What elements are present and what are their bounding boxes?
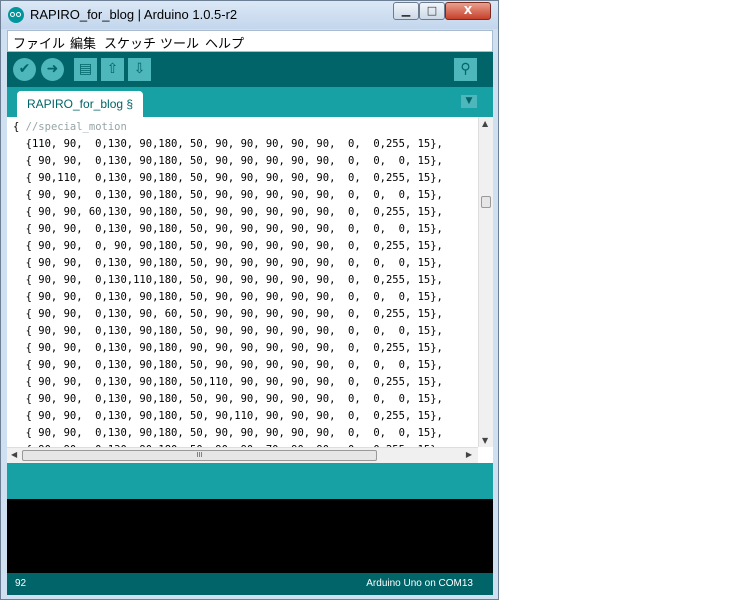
code-text[interactable]: { //special_motion {110, 90, 0,130, 90,1… bbox=[13, 119, 475, 447]
code-line: { 90, 90, 0,130, 90,180, 50, 90,110, 90,… bbox=[13, 410, 443, 422]
code-editor[interactable]: { //special_motion {110, 90, 0,130, 90,1… bbox=[7, 117, 493, 447]
arduino-ide-window: RAPIRO_for_blog | Arduino 1.0.5-r2 ▁ □ X… bbox=[0, 0, 499, 600]
code-line: { 90, 90, 0,130, 90,180, 50, 90, 90, 90,… bbox=[13, 291, 443, 303]
code-line: { 90, 90, 0,130, 90,180, 50, 90, 90, 90,… bbox=[13, 155, 443, 167]
code-line: { 90, 90, 0,130, 90,180, 50,110, 90, 90,… bbox=[13, 376, 443, 388]
magnifier-icon: ⚲ bbox=[460, 61, 471, 77]
vertical-scrollbar[interactable]: ▲ ▼ bbox=[478, 117, 493, 447]
scroll-corner bbox=[478, 447, 493, 463]
code-line: { 90, 90, 0,130, 90, 60, 50, 90, 90, 90,… bbox=[13, 308, 443, 320]
code-line: { 90, 90, 0,130, 90,180, 50, 90, 90, 90,… bbox=[13, 427, 443, 439]
new-button[interactable]: ▤ bbox=[74, 58, 97, 81]
code-lines: {110, 90, 0,130, 90,180, 50, 90, 90, 90,… bbox=[13, 136, 475, 447]
tab-rapiro-for-blog[interactable]: RAPIRO_for_blog § bbox=[17, 91, 144, 117]
board-port-label: Arduino Uno on COM13 bbox=[366, 578, 473, 589]
code-line: { 90,110, 0,130, 90,180, 50, 90, 90, 90,… bbox=[13, 172, 443, 184]
code-line: { 90, 90, 0,130, 90,180, 50, 90, 90, 90,… bbox=[13, 257, 443, 269]
check-icon: ✔ bbox=[18, 61, 31, 77]
verify-button[interactable]: ✔ bbox=[13, 58, 36, 81]
close-button[interactable]: X bbox=[445, 2, 491, 20]
arrow-right-icon: ➜ bbox=[46, 61, 59, 77]
menu-bar: ファイル 編集 スケッチ ツール ヘルプ bbox=[7, 30, 493, 52]
code-line: { 90, 90, 0,130, 90,180, 50, 90, 90, 90,… bbox=[13, 223, 443, 235]
code-line: { 90, 90, 0, 90, 90,180, 50, 90, 90, 90,… bbox=[13, 240, 443, 252]
new-file-icon: ▤ bbox=[78, 61, 93, 77]
code-line: { 90, 90, 0,130, 90,180, 50, 90, 90, 90,… bbox=[13, 189, 443, 201]
code-comment: //special_motion bbox=[25, 121, 127, 133]
open-button[interactable]: ⇧ bbox=[101, 58, 124, 81]
save-down-arrow-icon: ⇩ bbox=[133, 61, 146, 77]
code-line: { 90, 90, 0,130, 90,180, 50, 90, 90, 90,… bbox=[13, 393, 443, 405]
serial-monitor-button[interactable]: ⚲ bbox=[454, 58, 477, 81]
menu-tools[interactable]: ツール bbox=[160, 33, 199, 52]
horizontal-scroll-thumb[interactable]: III bbox=[22, 450, 377, 461]
scroll-right-arrow-icon[interactable]: ▶ bbox=[466, 450, 472, 459]
horizontal-scrollbar[interactable]: ◀ III ▶ bbox=[7, 447, 478, 463]
code-line: { 90, 90, 60,130, 90,180, 50, 90, 90, 90… bbox=[13, 206, 443, 218]
menu-sketch[interactable]: スケッチ bbox=[104, 33, 156, 52]
tab-menu-button[interactable]: ▼ bbox=[461, 95, 477, 108]
toolbar: ✔ ➜ ▤ ⇧ ⇩ ⚲ bbox=[7, 52, 493, 87]
code-line: { 90, 90, 0,130, 90,180, 50, 90, 90, 90,… bbox=[13, 325, 443, 337]
message-area bbox=[7, 463, 493, 499]
status-bar: 92 Arduino Uno on COM13 bbox=[7, 573, 493, 595]
scroll-left-arrow-icon[interactable]: ◀ bbox=[11, 450, 17, 459]
code-line: {110, 90, 0,130, 90,180, 50, 90, 90, 90,… bbox=[13, 138, 443, 150]
code-line: { //special_motion bbox=[13, 119, 475, 136]
chevron-down-icon: ▼ bbox=[465, 96, 473, 106]
vertical-scroll-thumb[interactable] bbox=[481, 196, 491, 208]
menu-help[interactable]: ヘルプ bbox=[205, 33, 244, 52]
tab-bar: RAPIRO_for_blog § ▼ bbox=[7, 87, 493, 117]
menu-edit[interactable]: 編集 bbox=[70, 33, 96, 52]
window-title: RAPIRO_for_blog | Arduino 1.0.5-r2 bbox=[30, 7, 238, 22]
line-number: 92 bbox=[15, 578, 27, 589]
upload-button[interactable]: ➜ bbox=[41, 58, 64, 81]
code-line: { 90, 90, 0,130,110,180, 50, 90, 90, 90,… bbox=[13, 274, 443, 286]
maximize-button[interactable]: □ bbox=[419, 2, 445, 20]
open-up-arrow-icon: ⇧ bbox=[106, 61, 119, 77]
menu-file[interactable]: ファイル bbox=[13, 33, 65, 52]
scroll-up-arrow-icon[interactable]: ▲ bbox=[482, 119, 488, 128]
code-brace: { bbox=[13, 121, 26, 133]
code-line: { 90, 90, 0,130, 90,180, 90, 90, 90, 90,… bbox=[13, 342, 443, 354]
save-button[interactable]: ⇩ bbox=[128, 58, 151, 81]
title-bar[interactable]: RAPIRO_for_blog | Arduino 1.0.5-r2 ▁ □ X bbox=[1, 1, 498, 29]
minimize-button[interactable]: ▁ bbox=[393, 2, 419, 20]
scroll-down-arrow-icon[interactable]: ▼ bbox=[482, 436, 488, 445]
arduino-logo-icon bbox=[8, 7, 24, 23]
console-output[interactable] bbox=[7, 499, 493, 573]
code-line: { 90, 90, 0,130, 90,180, 50, 90, 90, 90,… bbox=[13, 359, 443, 371]
